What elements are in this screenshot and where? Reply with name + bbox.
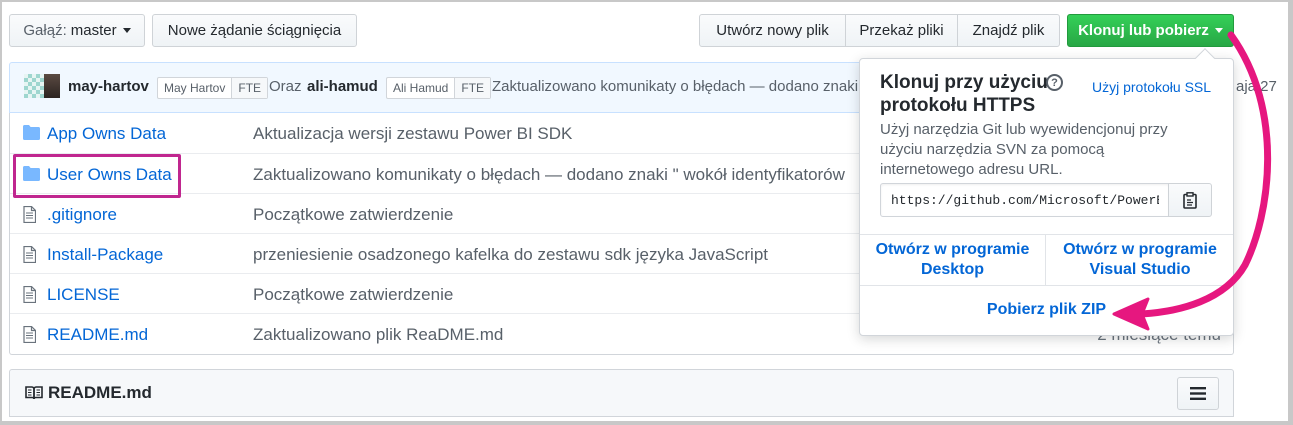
file-name-link[interactable]: App Owns Data [47, 124, 166, 144]
file-icon [23, 326, 36, 343]
commit-message-link[interactable]: Początkowe zatwierdzenie [253, 205, 453, 225]
commit-message-link[interactable]: Zaktualizowano komunikaty o błędach — do… [253, 165, 845, 185]
commit-message-link[interactable]: Początkowe zatwierdzenie [253, 285, 453, 305]
clone-description: Użyj narzędzia Git lub wyewidencjonuj pr… [880, 121, 1168, 178]
file-icon [23, 286, 36, 303]
clone-download-label: Klonuj lub pobierz [1078, 22, 1209, 39]
create-file-label: Utwórz nowy plik [716, 22, 829, 39]
folder-icon [23, 125, 40, 140]
author-badge-name: May Hartov [164, 81, 226, 95]
readme-title: README.md [48, 383, 152, 402]
outline-menu-button[interactable] [1177, 377, 1219, 410]
book-icon [25, 386, 43, 400]
file-name-link[interactable]: README.md [47, 325, 148, 345]
use-ssl-link[interactable]: Użyj protokołu SSL [1092, 79, 1211, 95]
highlight-annotation [13, 154, 181, 198]
coauthor-badge: Ali Hamud FTE [386, 77, 492, 99]
dropdown-caret [1195, 48, 1215, 68]
commit-message-link[interactable]: Zaktualizowano plik ReaDME.md [253, 325, 503, 345]
commit-message-link[interactable]: Aktualizacja wersji zestawu Power BI SDK [253, 124, 572, 144]
file-name-link[interactable]: Install-Package [47, 245, 163, 265]
clipboard-icon [1183, 191, 1197, 209]
branch-name: master [70, 22, 117, 39]
create-file-button[interactable]: Utwórz nowy plik [699, 14, 846, 47]
file-name-link[interactable]: .gitignore [47, 205, 117, 225]
clone-url-input[interactable] [880, 183, 1170, 217]
coauthor-badge-tag: FTE [454, 78, 491, 98]
commit-coauthor-link[interactable]: ali-hamud [307, 78, 378, 95]
chevron-down-icon [122, 28, 131, 33]
open-in-app-section: Otwórz w programie Desktop Otwórz w prog… [860, 234, 1233, 286]
copy-url-button[interactable] [1168, 183, 1212, 217]
clone-dropdown: Klonuj przy użyciu protokołu HTTPS ? Uży… [859, 48, 1234, 336]
find-file-label: Znajdź plik [972, 22, 1045, 39]
hamburger-icon [1190, 387, 1206, 400]
new-pull-request-button[interactable]: Nowe żądanie ściągnięcia [152, 14, 357, 47]
commit-meta-fragment: aja 27 [1236, 78, 1277, 95]
file-name-link[interactable]: LICENSE [47, 285, 120, 305]
file-actions-group: Utwórz nowy plik Przekaż pliki Znajdź pl… [699, 14, 1060, 47]
open-in-visual-studio-link[interactable]: Otwórz w programie Visual Studio [1047, 235, 1233, 285]
file-icon [23, 246, 36, 263]
branch-selector-button[interactable]: Gałąź: master [9, 14, 145, 47]
help-icon[interactable]: ? [1046, 74, 1063, 91]
commit-author-link[interactable]: may-hartov [68, 78, 149, 95]
readme-header: README.md [9, 369, 1234, 417]
find-file-button[interactable]: Znajdź plik [957, 14, 1060, 47]
avatar[interactable] [44, 74, 60, 98]
new-pull-request-label: Nowe żądanie ściągnięcia [167, 22, 342, 39]
upload-files-button[interactable]: Przekaż pliki [845, 14, 958, 47]
branch-prefix: Gałąź: [23, 22, 67, 39]
clone-download-button[interactable]: Klonuj lub pobierz [1067, 14, 1234, 47]
chevron-down-icon [1214, 28, 1223, 33]
author-badge-tag: FTE [231, 78, 268, 98]
open-in-desktop-link[interactable]: Otwórz w programie Desktop [860, 235, 1046, 285]
author-badge: May Hartov FTE [157, 77, 269, 99]
file-icon [23, 206, 36, 223]
download-zip-link[interactable]: Pobierz plik ZIP [860, 301, 1233, 319]
commit-message-link[interactable]: przeniesienie osadzonego kafelka do zest… [253, 245, 768, 265]
commit-message-link[interactable]: Zaktualizowano komunikaty o błędach — do… [492, 78, 858, 95]
upload-files-label: Przekaż pliki [859, 22, 944, 39]
coauthor-badge-name: Ali Hamud [393, 81, 449, 95]
commit-and-text: Oraz [269, 78, 302, 95]
